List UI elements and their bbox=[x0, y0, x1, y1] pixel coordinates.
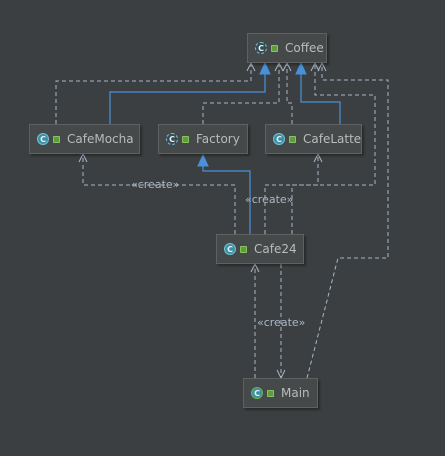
class-node-cafelatte[interactable]: C CafeLatte bbox=[265, 124, 362, 154]
inheritance-triangle-cafelatte bbox=[295, 61, 307, 75]
class-name: Factory bbox=[196, 132, 240, 146]
class-node-factory[interactable]: C Factory bbox=[158, 124, 248, 154]
public-visibility-icon bbox=[240, 245, 247, 253]
edge-label-create-cafe24: «create» bbox=[257, 316, 306, 329]
inheritance-triangle-cafemocha bbox=[259, 61, 271, 75]
class-node-cafemocha[interactable]: C CafeMocha bbox=[29, 124, 140, 154]
class-name: Main bbox=[281, 386, 310, 400]
edge-main-coffee-dependency bbox=[306, 63, 389, 379]
class-name: CafeMocha bbox=[67, 132, 134, 146]
class-icon: C bbox=[224, 243, 236, 255]
class-node-coffee[interactable]: C Coffee bbox=[247, 33, 327, 63]
inheritance-triangle-factory bbox=[197, 153, 209, 167]
edge-cafe24-cafemocha-create bbox=[82, 154, 236, 234]
public-visibility-icon bbox=[53, 135, 60, 143]
diagram-edges bbox=[55, 61, 389, 380]
abstract-class-icon: C bbox=[166, 133, 178, 145]
edge-cafelatte-coffee-dependency bbox=[286, 63, 293, 124]
edge-cafemocha-coffee-dependency bbox=[55, 63, 252, 124]
class-icon: C bbox=[37, 133, 49, 145]
class-node-cafe24[interactable]: C Cafe24 bbox=[216, 234, 304, 264]
main-class-icon: C bbox=[251, 387, 263, 399]
class-node-main[interactable]: C Main bbox=[243, 378, 318, 408]
public-visibility-icon bbox=[267, 389, 274, 397]
public-visibility-icon bbox=[289, 135, 296, 143]
edge-label-create-latte: «create» bbox=[245, 193, 294, 206]
class-name: Cafe24 bbox=[254, 242, 297, 256]
public-visibility-icon bbox=[271, 44, 278, 52]
public-visibility-icon bbox=[182, 135, 189, 143]
edge-label-create-mocha: «create» bbox=[131, 178, 180, 191]
class-name: CafeLatte bbox=[303, 132, 362, 146]
edge-cafe24-factory-inheritance bbox=[202, 166, 251, 234]
abstract-class-icon: C bbox=[255, 42, 267, 54]
edge-cafelatte-coffee-inheritance bbox=[300, 74, 341, 124]
class-name: Coffee bbox=[285, 41, 324, 55]
class-icon: C bbox=[273, 133, 285, 145]
uml-diagram-canvas: C Coffee C CafeMocha C Factory C CafeLat… bbox=[0, 0, 445, 456]
